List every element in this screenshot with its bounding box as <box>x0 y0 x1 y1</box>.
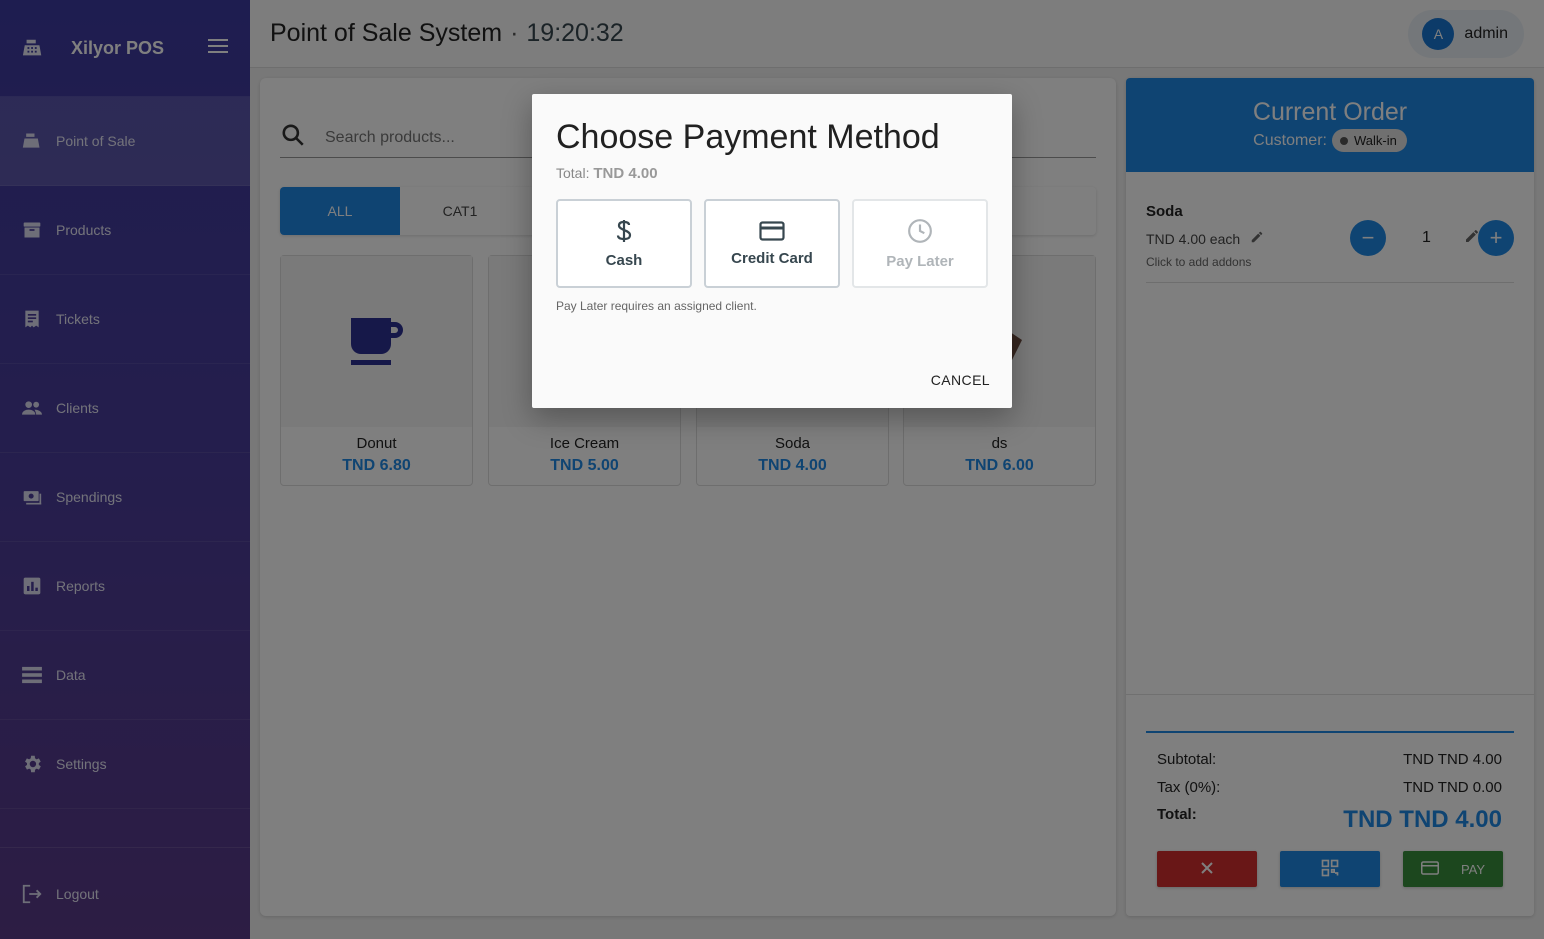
dialog-total-value: TND 4.00 <box>593 165 658 182</box>
credit-card-icon <box>759 220 785 246</box>
credit-card-button[interactable]: Credit Card <box>704 199 840 288</box>
cash-label: Cash <box>605 251 643 269</box>
dollar-icon <box>616 219 632 248</box>
pay-later-note: Pay Later requires an assigned client. <box>556 299 757 313</box>
credit-card-label: Credit Card <box>731 249 813 267</box>
dialog-title: Choose Payment Method <box>556 118 940 156</box>
dialog-total: Total: TND 4.00 <box>556 165 658 182</box>
pay-later-button[interactable]: Pay Later <box>852 199 988 288</box>
payment-method-dialog: Choose Payment Method Total: TND 4.00 Ca… <box>532 94 1012 408</box>
cash-button[interactable]: Cash <box>556 199 692 288</box>
dialog-total-label: Total: <box>556 165 590 181</box>
cancel-button[interactable]: CANCEL <box>931 372 990 388</box>
clock-icon <box>907 218 933 249</box>
pay-later-label: Pay Later <box>886 252 954 270</box>
